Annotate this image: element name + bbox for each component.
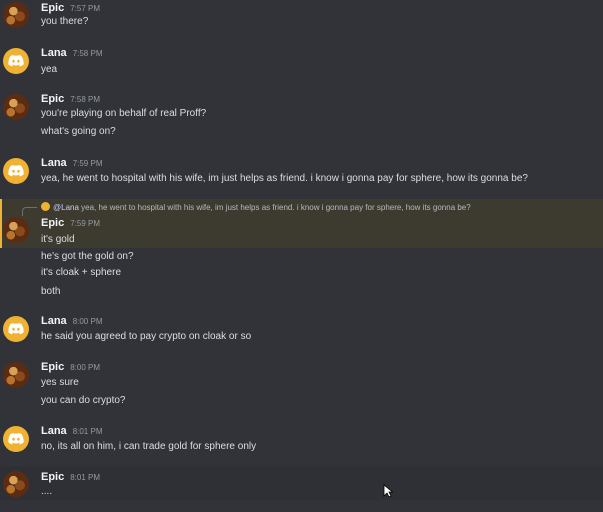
- mouse-cursor-icon: [383, 484, 393, 498]
- timestamp: 8:01 PM: [72, 427, 103, 436]
- discord-logo-icon: [8, 323, 24, 335]
- reply-avatar-icon: [41, 202, 50, 211]
- discord-logo-icon: [8, 55, 24, 67]
- author-name[interactable]: Lana: [41, 315, 67, 327]
- message-text: yea, he went to hospital with his wife, …: [41, 173, 528, 184]
- avatar-epic[interactable]: [3, 94, 29, 120]
- reply-text: yea, he went to hospital with his wife, …: [81, 203, 471, 212]
- message-text: you're playing on behalf of real Proff?: [41, 108, 207, 119]
- message-text: he said you agreed to pay crypto on cloa…: [41, 331, 252, 342]
- message-text: it's gold: [41, 234, 75, 245]
- discord-logo-icon: [8, 433, 24, 445]
- timestamp: 7:58 PM: [72, 49, 103, 58]
- message-text: he's got the gold on?: [41, 251, 134, 262]
- timestamp: 7:59 PM: [70, 219, 101, 228]
- reply-spine: [22, 207, 37, 216]
- author-name[interactable]: Epic: [41, 361, 64, 373]
- avatar-epic[interactable]: [3, 217, 29, 243]
- avatar-lana[interactable]: [3, 426, 29, 452]
- timestamp: 7:57 PM: [70, 4, 101, 13]
- author-name[interactable]: Epic: [41, 93, 64, 105]
- message-text: it's cloak + sphere: [41, 267, 122, 278]
- reply-mention: @Lana: [53, 203, 79, 212]
- avatar-epic[interactable]: [3, 471, 29, 497]
- author-name[interactable]: Lana: [41, 157, 67, 169]
- avatar-lana[interactable]: [3, 158, 29, 184]
- reply-preview[interactable]: @Lana yea, he went to hospital with his …: [41, 202, 471, 212]
- author-name[interactable]: Epic: [41, 471, 64, 483]
- discord-logo-icon: [8, 165, 24, 177]
- message-text: both: [41, 286, 61, 297]
- message-text: you there?: [41, 16, 89, 27]
- author-name[interactable]: Lana: [41, 425, 67, 437]
- author-name[interactable]: Epic: [41, 2, 64, 14]
- timestamp: 7:59 PM: [72, 159, 103, 168]
- chat-message-list: Epic 7:57 PM you there? Lana 7:58 PM yea E…: [0, 0, 603, 512]
- timestamp: 8:00 PM: [70, 363, 101, 372]
- message-text: no, its all on him, i can trade gold for…: [41, 441, 257, 452]
- avatar-lana[interactable]: [3, 48, 29, 74]
- avatar-epic[interactable]: [3, 2, 29, 28]
- timestamp: 8:01 PM: [70, 473, 101, 482]
- author-name[interactable]: Epic: [41, 217, 64, 229]
- avatar-epic[interactable]: [3, 362, 29, 388]
- message-text: yea: [41, 64, 58, 75]
- message-text: what's going on?: [41, 126, 116, 137]
- message-text: you can do crypto?: [41, 395, 126, 406]
- message-text: yes sure: [41, 377, 79, 388]
- message-text: ....: [41, 486, 53, 497]
- author-name[interactable]: Lana: [41, 47, 67, 59]
- timestamp: 8:00 PM: [72, 317, 103, 326]
- avatar-lana[interactable]: [3, 316, 29, 342]
- timestamp: 7:58 PM: [70, 95, 101, 104]
